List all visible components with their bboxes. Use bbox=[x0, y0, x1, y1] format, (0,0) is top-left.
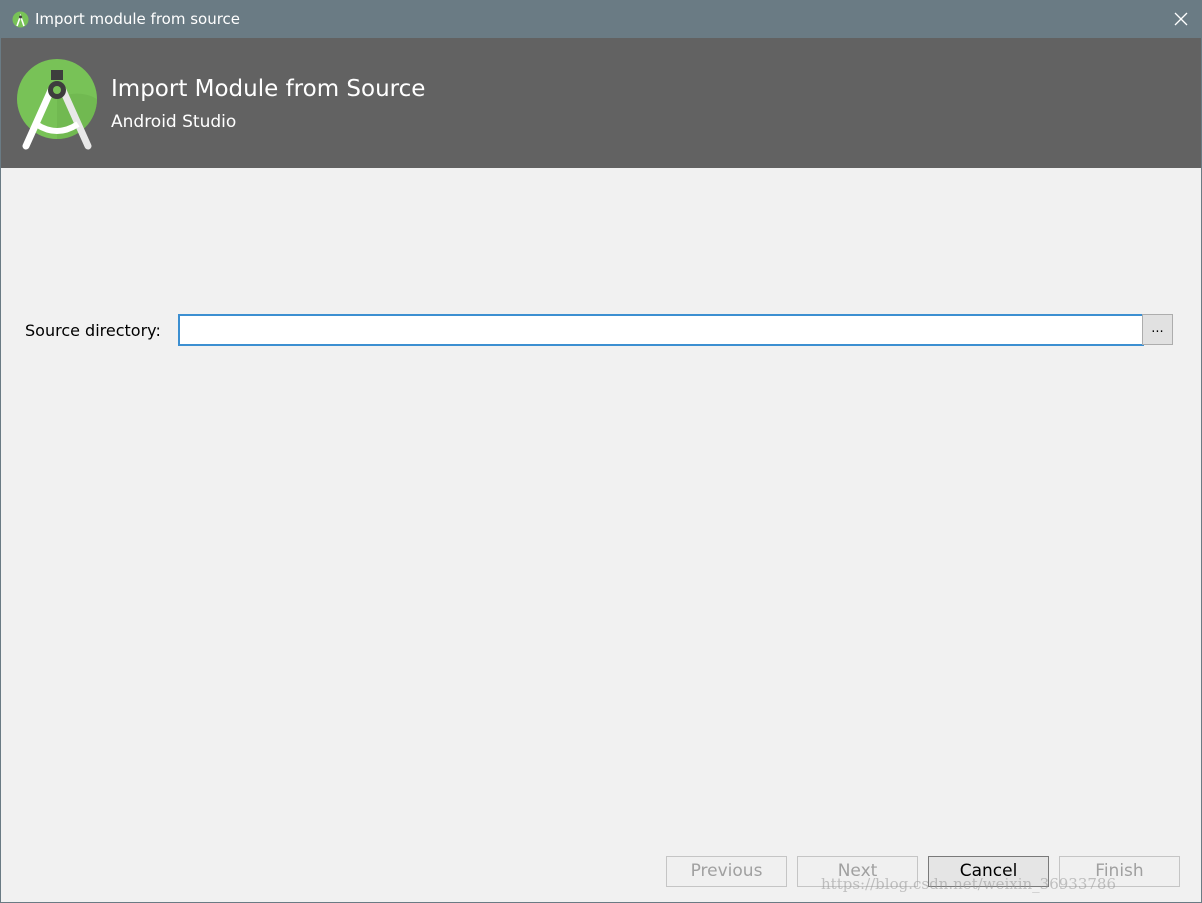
dialog-subheading: Android Studio bbox=[111, 112, 237, 132]
source-directory-input[interactable] bbox=[178, 314, 1144, 346]
dialog-heading: Import Module from Source bbox=[111, 76, 426, 102]
source-directory-label: Source directory: bbox=[25, 321, 161, 340]
header-banner: Import Module from Source Android Studio bbox=[1, 38, 1201, 168]
close-icon bbox=[1174, 12, 1188, 26]
android-studio-icon bbox=[12, 11, 29, 28]
title-bar[interactable]: Import module from source bbox=[1, 1, 1201, 38]
previous-button[interactable]: Previous bbox=[666, 856, 787, 887]
close-button[interactable] bbox=[1161, 1, 1201, 38]
watermark: https://blog.csdn.net/weixin_36933786 bbox=[821, 875, 1117, 893]
android-studio-logo bbox=[17, 59, 97, 150]
import-module-dialog: Import module from source Import Module … bbox=[0, 0, 1202, 903]
window-title: Import module from source bbox=[35, 10, 241, 28]
browse-button[interactable]: ... bbox=[1142, 314, 1173, 345]
